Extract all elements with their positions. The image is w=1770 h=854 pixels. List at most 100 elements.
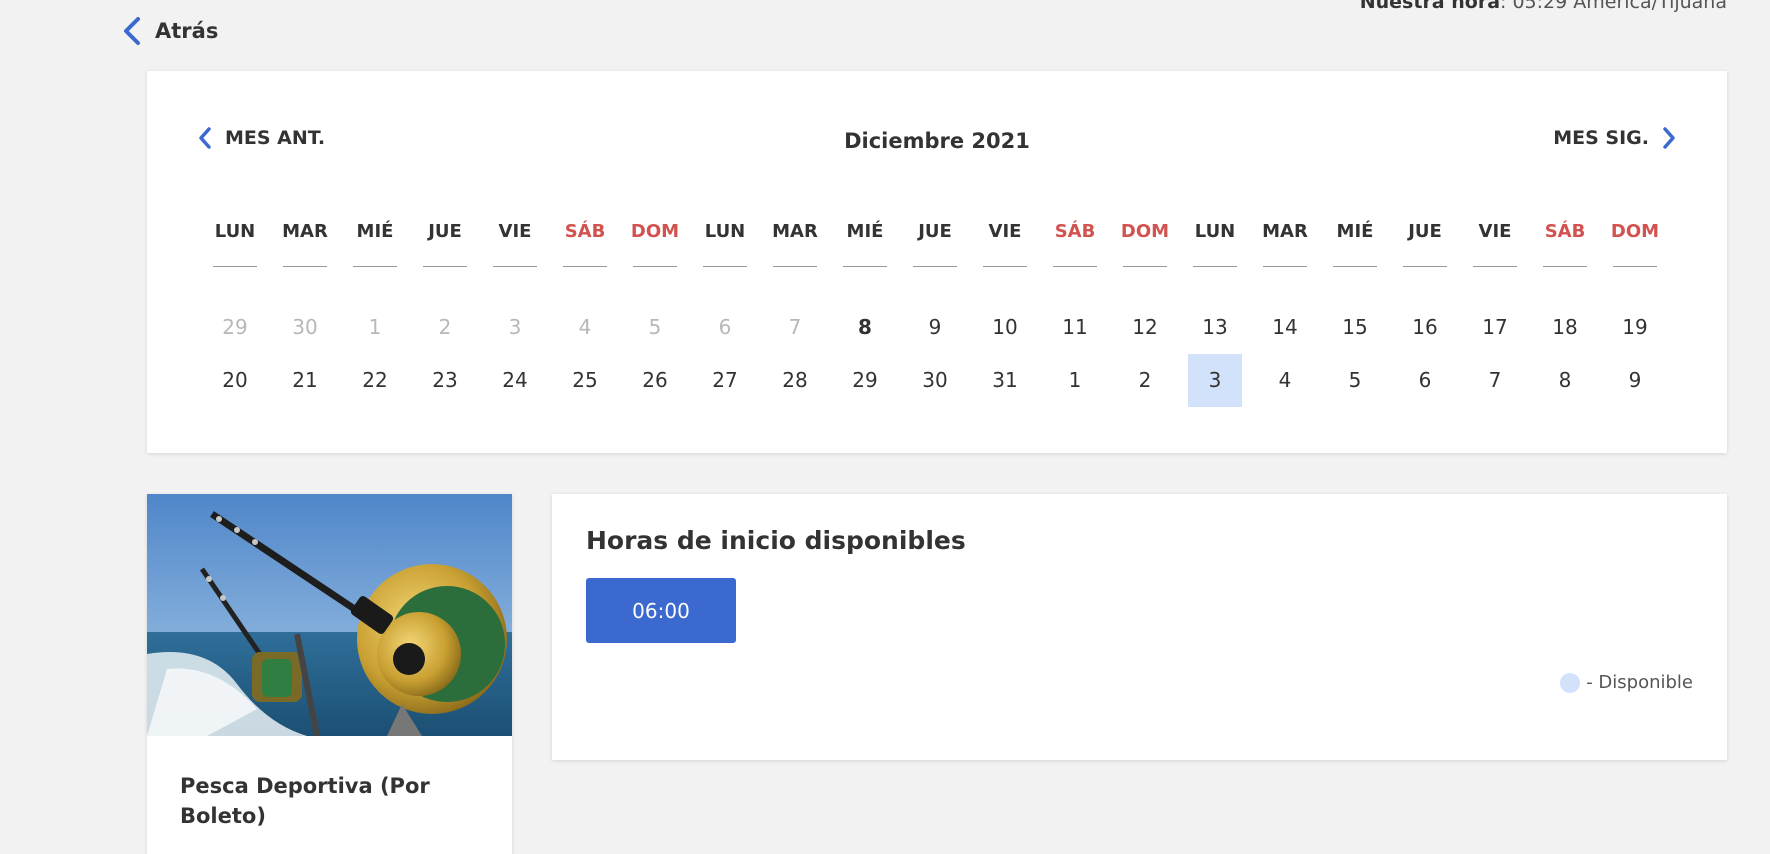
- day-cell: 4: [578, 315, 592, 339]
- day-cell: 1: [368, 315, 382, 339]
- back-label: Atrás: [155, 19, 219, 43]
- day-cell[interactable]: 1: [1048, 354, 1102, 407]
- day-cell: 30: [292, 315, 318, 339]
- day-cell[interactable]: 21: [278, 354, 332, 407]
- current-time-value: : 05:29 America/Tijuana: [1500, 0, 1727, 13]
- weekday-underline: [1613, 266, 1657, 267]
- day-cell[interactable]: 23: [418, 354, 472, 407]
- day-cell[interactable]: 26: [628, 354, 682, 407]
- availability-legend: - Disponible: [1560, 672, 1693, 693]
- current-time: Nuestra hora: 05:29 America/Tijuana: [1360, 0, 1727, 13]
- start-times-title: Horas de inicio disponibles: [586, 526, 966, 555]
- weekday-label: DOM: [1110, 221, 1180, 267]
- weekday-underline: [913, 266, 957, 267]
- day-cell[interactable]: 8: [1538, 354, 1592, 407]
- weekday-label: VIE: [480, 221, 550, 267]
- day-cell[interactable]: 8: [838, 301, 892, 354]
- weekday-label: VIE: [970, 221, 1040, 267]
- next-month-label: MES SIG.: [1553, 127, 1649, 149]
- weekday-underline: [703, 266, 747, 267]
- available-dot-icon: [1560, 672, 1581, 693]
- day-cell[interactable]: 2: [1118, 354, 1172, 407]
- time-slot-button[interactable]: 06:00: [586, 578, 736, 643]
- week-row: 29 30 1 2 3 4 5 6 7 8 9 10 11 12 13 14 15 16 17 18 19: [200, 301, 1670, 354]
- chevron-right-icon: [1663, 127, 1675, 149]
- weekday-label: MAR: [1250, 221, 1320, 267]
- legend-label: - Disponible: [1586, 672, 1693, 693]
- weekday-label: SÁB: [1530, 221, 1600, 267]
- weekday-underline: [493, 266, 537, 267]
- weekday-underline: [1263, 266, 1307, 267]
- weekday-label: MAR: [270, 221, 340, 267]
- back-button[interactable]: Atrás: [121, 16, 218, 46]
- day-cell[interactable]: 16: [1398, 301, 1452, 354]
- weekday-underline: [1543, 266, 1587, 267]
- day-cell[interactable]: 13: [1188, 301, 1242, 354]
- weekday-underline: [283, 266, 327, 267]
- weekday-underline: [563, 266, 607, 267]
- day-cell[interactable]: 15: [1328, 301, 1382, 354]
- day-cell[interactable]: 17: [1468, 301, 1522, 354]
- day-cell[interactable]: 9: [908, 301, 962, 354]
- day-cell[interactable]: 29: [838, 354, 892, 407]
- current-time-label: Nuestra hora: [1359, 0, 1501, 13]
- day-cell[interactable]: 9: [1608, 354, 1662, 407]
- weekday-label: LUN: [1180, 221, 1250, 267]
- weekday-underline: [213, 266, 257, 267]
- day-cell[interactable]: 20: [208, 354, 262, 407]
- weekday-underline: [1053, 266, 1097, 267]
- day-cell[interactable]: 18: [1538, 301, 1592, 354]
- start-times-panel: Horas de inicio disponibles 06:00 - Disp…: [552, 494, 1727, 760]
- day-cell[interactable]: 4: [1258, 354, 1312, 407]
- weekday-underline: [983, 266, 1027, 267]
- weekday-label: MIÉ: [340, 221, 410, 267]
- weekday-underline: [1473, 266, 1517, 267]
- day-cell-selected[interactable]: 3: [1188, 354, 1242, 407]
- calendar-grid: LUN MAR MIÉ JUE VIE SÁB DOM LUN MAR MIÉ JUE VIE SÁB D…: [200, 221, 1670, 407]
- day-cell[interactable]: 10: [978, 301, 1032, 354]
- weekday-underline: [633, 266, 677, 267]
- weekday-label: MIÉ: [1320, 221, 1390, 267]
- weekday-label: DOM: [1600, 221, 1670, 267]
- day-cell[interactable]: 22: [348, 354, 402, 407]
- day-cell[interactable]: 6: [1398, 354, 1452, 407]
- weekday-label: LUN: [690, 221, 760, 267]
- day-cell[interactable]: 28: [768, 354, 822, 407]
- weekday-label: JUE: [410, 221, 480, 267]
- weekday-underline: [1403, 266, 1447, 267]
- day-cell[interactable]: 12: [1118, 301, 1172, 354]
- day-cell[interactable]: 31: [978, 354, 1032, 407]
- day-cell: 7: [788, 315, 802, 339]
- weekday-label: JUE: [900, 221, 970, 267]
- fishing-photo: [147, 494, 512, 736]
- month-title: Diciembre 2021: [844, 129, 1030, 153]
- day-cell[interactable]: 5: [1328, 354, 1382, 407]
- calendar-nav: MES ANT. Diciembre 2021 MES SIG.: [147, 126, 1727, 158]
- day-cell[interactable]: 25: [558, 354, 612, 407]
- day-cell[interactable]: 11: [1048, 301, 1102, 354]
- day-cell: 3: [508, 315, 522, 339]
- weekday-label: JUE: [1390, 221, 1460, 267]
- day-cell[interactable]: 14: [1258, 301, 1312, 354]
- day-cell[interactable]: 27: [698, 354, 752, 407]
- calendar: MES ANT. Diciembre 2021 MES SIG. LUN MAR M…: [147, 71, 1727, 453]
- day-cell: 5: [648, 315, 662, 339]
- weekday-underline: [1333, 266, 1377, 267]
- next-month-button[interactable]: MES SIG.: [1553, 126, 1677, 150]
- day-cell[interactable]: 30: [908, 354, 962, 407]
- weekday-underline: [423, 266, 467, 267]
- weekday-underline: [773, 266, 817, 267]
- day-cell[interactable]: 19: [1608, 301, 1662, 354]
- day-cell: 29: [222, 315, 248, 339]
- day-cell: 2: [438, 315, 452, 339]
- day-cell: 6: [718, 315, 732, 339]
- weekday-label: DOM: [620, 221, 690, 267]
- chevron-left-icon: [124, 17, 140, 45]
- day-cell[interactable]: 24: [488, 354, 542, 407]
- weekday-underline: [353, 266, 397, 267]
- product-card: Pesca Deportiva (Por Boleto): [147, 494, 512, 854]
- weekday-label: SÁB: [1040, 221, 1110, 267]
- day-cell[interactable]: 7: [1468, 354, 1522, 407]
- weekday-label: VIE: [1460, 221, 1530, 267]
- weekday-header-row: LUN MAR MIÉ JUE VIE SÁB DOM LUN MAR MIÉ JUE VIE SÁB D…: [200, 221, 1670, 267]
